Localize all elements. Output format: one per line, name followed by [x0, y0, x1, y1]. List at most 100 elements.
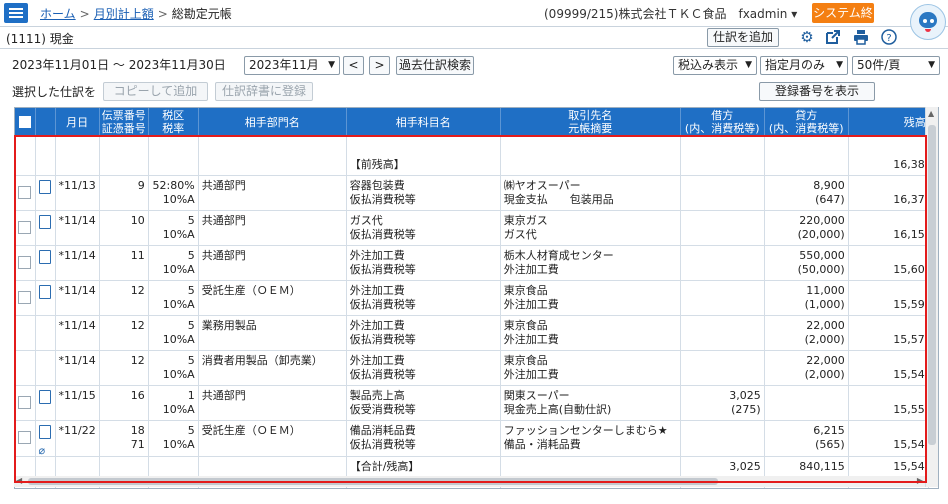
table-row[interactable]: *11/13 9 52:80% 10%A 共通部門 容器包装費 仮払消費税等 ㈱ヤオスーパー現…	[15, 175, 929, 211]
external-link-icon[interactable]	[824, 29, 842, 45]
register-dictionary-button[interactable]: 仕訳辞書に登録	[215, 82, 313, 101]
horizontal-scrollbar[interactable]: ◀ ▶	[14, 476, 925, 487]
table-row[interactable]: *11/14 12 5 10%A 消費者用製品（卸売業） 外注加工費 仮払消費税等 東京食品外…	[15, 350, 929, 386]
row-checkbox[interactable]	[18, 396, 31, 409]
row-subject-tax: 仮払消費税等	[349, 298, 416, 311]
scroll-up-icon[interactable]: ▲	[928, 109, 934, 118]
vertical-scrollbar[interactable]: ▲	[925, 107, 938, 487]
row-tax-code: 5	[187, 424, 195, 437]
per-page-select[interactable]: 50件/頁 ▼	[852, 56, 940, 75]
row-credit-tax: (50,000)	[797, 263, 845, 276]
row-balance-cell: 15,55	[848, 385, 929, 421]
row-slip-cell: 12	[99, 315, 149, 351]
opening-balance-row: 【前残高】 16,38	[15, 136, 929, 176]
header-select-all[interactable]	[15, 108, 36, 136]
row-balance: 15,60	[893, 263, 925, 276]
paperclip-icon[interactable]: ⌀	[39, 445, 52, 456]
row-tax-rate: 10%A	[162, 403, 195, 416]
header-dept[interactable]: 相手部門名	[198, 108, 347, 136]
horizontal-scroll-thumb[interactable]	[28, 478, 718, 485]
header-debit[interactable]: 借方 (内、消費税等)	[680, 108, 765, 136]
row-checkbox[interactable]	[18, 221, 31, 234]
row-slip-number: 10	[130, 214, 145, 227]
month-mode-select[interactable]: 指定月のみ ▼	[760, 56, 848, 75]
row-tax-rate: 10%A	[162, 298, 195, 311]
row-debit-cell	[680, 245, 765, 281]
row-balance-cell: 15,57	[848, 315, 929, 351]
row-slip-number: 16	[130, 389, 145, 402]
row-partner-cell: ㈱ヤオスーパー 現金支払 包装用品	[500, 175, 681, 211]
row-credit: 11,000	[806, 284, 845, 297]
header-balance[interactable]: 残高	[848, 108, 929, 136]
scroll-right-icon[interactable]: ▶	[917, 476, 923, 485]
table-row[interactable]: *11/15 16 1 10%A 共通部門 製品売上高 仮受消費税等 関東スーパー 現金売上高(…	[15, 385, 929, 421]
breadcrumb-home-link[interactable]: ホーム	[40, 7, 76, 21]
row-date: *11/22	[55, 420, 100, 457]
select-all-checkbox[interactable]	[18, 115, 31, 128]
vertical-scroll-thumb[interactable]	[928, 125, 936, 445]
header-subject[interactable]: 相手科目名	[346, 108, 501, 136]
month-select[interactable]: 2023年11月 ▼	[244, 56, 340, 75]
system-exit-button[interactable]: システム終了	[812, 3, 874, 40]
row-select-cell	[15, 315, 36, 351]
add-entry-button[interactable]: 仕訳を追加	[707, 28, 779, 47]
row-partner-cell: ファッションセンターしまむら★ 備品・消耗品費	[500, 420, 681, 457]
row-checkbox[interactable]	[18, 431, 31, 444]
print-icon[interactable]	[852, 29, 870, 45]
row-subject: 外注加工費	[349, 249, 405, 262]
row-slip-cell: 12	[99, 280, 149, 316]
header-partner[interactable]: 取引先名 元帳摘要	[500, 108, 681, 136]
row-slip-number: 12	[130, 284, 145, 297]
row-credit-cell: 22,000 (2,000)	[764, 315, 849, 351]
table-row[interactable]: ⌀ *11/22 18 71 5 10%A 受託生産（ＯＥＭ） 備品消耗品費 仮払消費税等 ファッ…	[15, 420, 929, 457]
row-subject-cell: 容器包装費 仮払消費税等	[346, 175, 501, 211]
header-credit-label: 貸方	[795, 109, 818, 122]
row-credit-tax: (647)	[815, 193, 845, 206]
memo-icon[interactable]	[38, 250, 51, 264]
scroll-left-icon[interactable]: ◀	[16, 476, 22, 485]
header-debit-label: 借方	[711, 109, 734, 122]
row-checkbox[interactable]	[18, 291, 31, 304]
show-registration-number-button[interactable]: 登録番号を表示	[759, 82, 875, 101]
memo-icon[interactable]	[38, 425, 51, 439]
copy-add-button[interactable]: コピーして追加	[103, 82, 208, 101]
row-memo-text: 外注加工費	[503, 298, 559, 311]
row-balance-cell: 16,15	[848, 210, 929, 246]
header-voucher-label: 証憑番号	[101, 122, 146, 135]
row-checkbox[interactable]	[18, 186, 31, 199]
row-credit-cell: 22,000 (2,000)	[764, 350, 849, 386]
header-date[interactable]: 月日	[55, 108, 100, 136]
row-balance: 15,57	[893, 333, 925, 346]
row-partner: 東京ガス	[503, 214, 548, 227]
memo-icon[interactable]	[38, 215, 51, 229]
tax-display-select[interactable]: 税込み表示 ▼	[673, 56, 757, 75]
company-user-menu[interactable]: (09999/215)株式会社ＴＫＣ食品 fxadmin ▾	[544, 5, 797, 22]
memo-icon[interactable]	[38, 390, 51, 404]
prev-month-button[interactable]: <	[343, 56, 364, 75]
row-select-cell	[15, 280, 36, 316]
hamburger-menu-icon[interactable]	[4, 3, 28, 23]
row-dept: 共通部門	[198, 175, 347, 211]
row-credit-cell: 8,900 (647)	[764, 175, 849, 211]
row-balance-cell: 15,54	[848, 350, 929, 386]
table-row[interactable]: *11/14 10 5 10%A 共通部門 ガス代 仮払消費税等 東京ガス ガス代 220,000…	[15, 210, 929, 246]
table-row[interactable]: *11/14 11 5 10%A 共通部門 外注加工費 仮払消費税等 栃木人材育成センター 外注…	[15, 245, 929, 281]
row-debit-cell	[680, 420, 765, 457]
memo-icon[interactable]	[38, 180, 51, 194]
row-dept: 消費者用製品（卸売業）	[198, 350, 347, 386]
memo-icon[interactable]	[38, 285, 51, 299]
help-icon[interactable]: ?	[880, 29, 898, 45]
gear-icon[interactable]: ⚙	[798, 29, 816, 45]
row-checkbox[interactable]	[18, 256, 31, 269]
table-row[interactable]: *11/14 12 5 10%A 業務用製品 外注加工費 仮払消費税等 東京食品 外注加工費 22…	[15, 315, 929, 351]
breadcrumb-monthly-link[interactable]: 月別計上額	[94, 7, 154, 21]
row-date: *11/13	[55, 175, 100, 211]
header-slip[interactable]: 伝票番号 証憑番号	[99, 108, 149, 136]
header-tax[interactable]: 税区 税率	[148, 108, 199, 136]
row-memo-cell	[35, 245, 56, 281]
past-entry-search-button[interactable]: 過去仕訳検索	[396, 56, 474, 75]
opening-balance-value: 16,38	[848, 136, 929, 176]
table-row[interactable]: *11/14 12 5 10%A 受託生産（ＯＥＭ） 外注加工費 仮払消費税等 東京食品 外注加…	[15, 280, 929, 316]
next-month-button[interactable]: >	[369, 56, 390, 75]
header-credit[interactable]: 貸方 (内、消費税等)	[764, 108, 849, 136]
